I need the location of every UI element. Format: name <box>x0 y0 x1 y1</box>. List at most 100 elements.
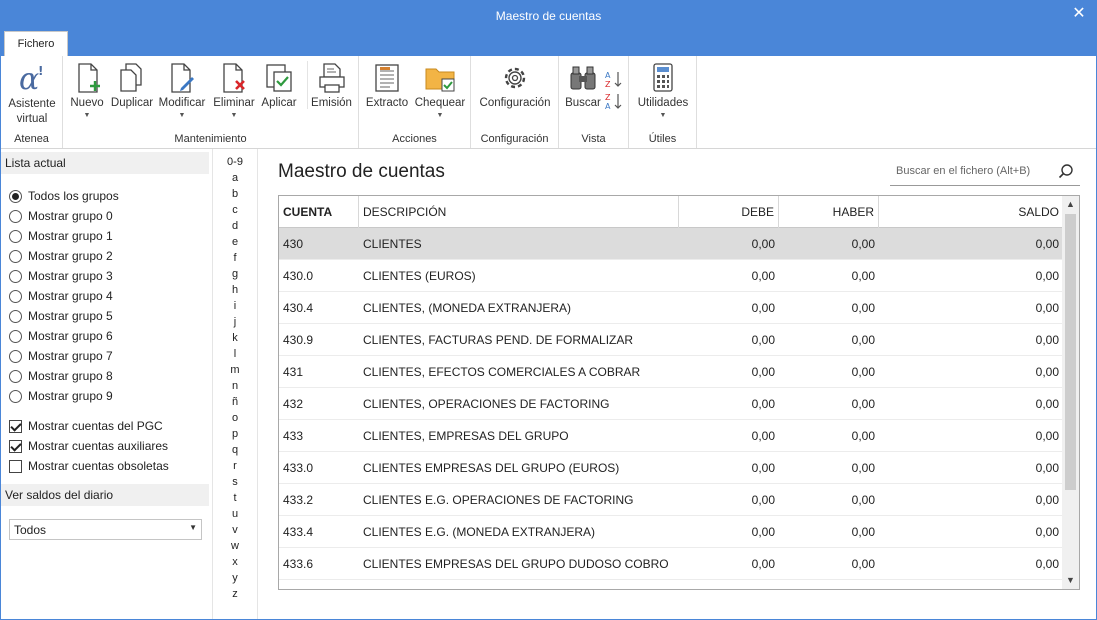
radio-button[interactable] <box>9 349 22 363</box>
saldos-select[interactable]: Todos ▼ <box>9 519 202 540</box>
extracto-button[interactable]: Extracto <box>363 61 411 109</box>
utilidades-button[interactable]: Utilidades ▼ <box>633 61 693 119</box>
alphabet-letter[interactable]: r <box>213 460 257 472</box>
alphabet-letter[interactable]: f <box>213 252 257 264</box>
group-radio-option[interactable]: Mostrar grupo 1 <box>9 227 113 245</box>
radio-button[interactable] <box>9 289 22 303</box>
emision-button[interactable]: Emisión <box>307 61 355 109</box>
alphabet-letter[interactable]: a <box>213 172 257 184</box>
alphabet-letter[interactable]: g <box>213 268 257 280</box>
group-radio-option[interactable]: Mostrar grupo 4 <box>9 287 113 305</box>
alphabet-letter[interactable]: p <box>213 428 257 440</box>
duplicar-button[interactable]: Duplicar <box>109 61 155 109</box>
radio-button[interactable] <box>9 309 22 323</box>
table-row[interactable]: 432 CLIENTES, OPERACIONES DE FACTORING 0,0… <box>279 388 1063 420</box>
checkbox[interactable] <box>9 439 22 453</box>
sort-az-button[interactable]: AZ <box>605 70 625 88</box>
filter-checkbox-option[interactable]: Mostrar cuentas del PGC <box>9 417 163 435</box>
alphabet-letter[interactable]: b <box>213 188 257 200</box>
asistente-virtual-button[interactable]: α! Asistente virtual <box>5 61 59 127</box>
radio-button[interactable] <box>9 369 22 383</box>
table-row[interactable]: 433.2 CLIENTES E.G. OPERACIONES DE FACTOR… <box>279 484 1063 516</box>
scroll-down-icon[interactable]: ▼ <box>1062 572 1079 589</box>
group-radio-option[interactable]: Mostrar grupo 8 <box>9 367 113 385</box>
alphabet-letter[interactable]: j <box>213 316 257 328</box>
alphabet-letter[interactable]: q <box>213 444 257 456</box>
radio-button[interactable] <box>9 269 22 283</box>
ribbon: α! Asistente virtual Atenea Nuevo ▼ Dupl… <box>1 56 1096 149</box>
alphabet-letter[interactable]: n <box>213 380 257 392</box>
alphabet-letter[interactable]: z <box>213 588 257 600</box>
column-header-descripcion[interactable]: DESCRIPCIÓN <box>359 196 679 228</box>
table-row[interactable]: 433.6 CLIENTES EMPRESAS DEL GRUPO DUDOSO … <box>279 548 1063 580</box>
alphabet-letter[interactable]: w <box>213 540 257 552</box>
group-radio-option[interactable]: Mostrar grupo 3 <box>9 267 113 285</box>
checkbox[interactable] <box>9 459 22 473</box>
radio-button[interactable] <box>9 389 22 403</box>
radio-label: Mostrar grupo 2 <box>28 249 113 263</box>
column-header-haber[interactable]: HABER <box>779 196 879 228</box>
alphabet-letter[interactable]: i <box>213 300 257 312</box>
buscar-button[interactable]: Buscar <box>563 61 603 109</box>
radio-button[interactable] <box>9 189 22 203</box>
radio-button[interactable] <box>9 329 22 343</box>
alphabet-letter[interactable]: k <box>213 332 257 344</box>
scroll-thumb[interactable] <box>1065 214 1076 490</box>
alphabet-letter[interactable]: c <box>213 204 257 216</box>
group-radio-option[interactable]: Todos los grupos <box>9 187 119 205</box>
chequear-button[interactable]: Chequear ▼ <box>413 61 467 119</box>
group-radio-option[interactable]: Mostrar grupo 0 <box>9 207 113 225</box>
cell-descripcion: CLIENTES EMPRESAS DEL GRUPO DUDOSO COBRO <box>363 557 669 571</box>
radio-button[interactable] <box>9 249 22 263</box>
table-row[interactable]: 430 CLIENTES 0,00 0,00 0,00 <box>279 228 1063 260</box>
column-header-saldo[interactable]: SALDO <box>879 196 1063 228</box>
table-row[interactable]: 430.4 CLIENTES, (MONEDA EXTRANJERA) 0,00 0,… <box>279 292 1063 324</box>
table-row[interactable]: 430.9 CLIENTES, FACTURAS PEND. DE FORMALI… <box>279 324 1063 356</box>
alphabet-letter[interactable]: x <box>213 556 257 568</box>
group-radio-option[interactable]: Mostrar grupo 6 <box>9 327 113 345</box>
radio-button[interactable] <box>9 209 22 223</box>
alphabet-letter[interactable]: u <box>213 508 257 520</box>
alphabet-letter[interactable]: v <box>213 524 257 536</box>
table-row[interactable]: 433 CLIENTES, EMPRESAS DEL GRUPO 0,00 0,00 0… <box>279 420 1063 452</box>
alphabet-letter[interactable]: 0-9 <box>213 156 257 168</box>
eliminar-button[interactable]: Eliminar ▼ <box>211 61 257 119</box>
tab-fichero[interactable]: Fichero <box>4 31 68 56</box>
column-header-cuenta[interactable]: CUENTA <box>279 196 359 228</box>
left-filter-panel: Lista actual Todos los grupos Mostrar gru… <box>1 149 211 619</box>
search-input[interactable]: Buscar en el fichero (Alt+B) <box>890 158 1080 186</box>
alphabet-letter[interactable]: d <box>213 220 257 232</box>
alphabet-letter[interactable]: t <box>213 492 257 504</box>
alphabet-letter[interactable]: s <box>213 476 257 488</box>
group-radio-option[interactable]: Mostrar grupo 9 <box>9 387 113 405</box>
table-row[interactable]: 431 CLIENTES, EFECTOS COMERCIALES A COBRA… <box>279 356 1063 388</box>
configuracion-button[interactable]: Configuración <box>475 61 555 109</box>
filter-checkbox-option[interactable]: Mostrar cuentas obsoletas <box>9 457 169 475</box>
alphabet-letter[interactable]: l <box>213 348 257 360</box>
radio-button[interactable] <box>9 229 22 243</box>
column-header-debe[interactable]: DEBE <box>679 196 779 228</box>
group-radio-option[interactable]: Mostrar grupo 2 <box>9 247 113 265</box>
close-icon[interactable]: ✕ <box>1070 5 1088 23</box>
cell-haber: 0,00 <box>851 301 875 315</box>
group-radio-option[interactable]: Mostrar grupo 7 <box>9 347 113 365</box>
sort-za-button[interactable]: ZA <box>605 92 625 110</box>
table-row[interactable]: 430.0 CLIENTES (EUROS) 0,00 0,00 0,00 <box>279 260 1063 292</box>
alphabet-letter[interactable]: y <box>213 572 257 584</box>
alphabet-letter[interactable]: ñ <box>213 396 257 408</box>
table-row[interactable]: 433.4 CLIENTES E.G. (MONEDA EXTRANJERA) 0,… <box>279 516 1063 548</box>
alphabet-letter[interactable]: o <box>213 412 257 424</box>
alphabet-letter[interactable]: e <box>213 236 257 248</box>
vertical-scrollbar[interactable]: ▲ ▼ <box>1062 196 1079 589</box>
search-icon[interactable] <box>1058 163 1074 179</box>
scroll-up-icon[interactable]: ▲ <box>1062 196 1079 213</box>
group-radio-option[interactable]: Mostrar grupo 5 <box>9 307 113 325</box>
modificar-button[interactable]: Modificar ▼ <box>157 61 207 119</box>
aplicar-button[interactable]: Aplicar <box>259 61 299 109</box>
filter-checkbox-option[interactable]: Mostrar cuentas auxiliares <box>9 437 168 455</box>
checkbox[interactable] <box>9 419 22 433</box>
nuevo-button[interactable]: Nuevo ▼ <box>67 61 107 119</box>
alphabet-letter[interactable]: h <box>213 284 257 296</box>
alphabet-letter[interactable]: m <box>213 364 257 376</box>
table-row[interactable]: 433.0 CLIENTES EMPRESAS DEL GRUPO (EUROS)… <box>279 452 1063 484</box>
